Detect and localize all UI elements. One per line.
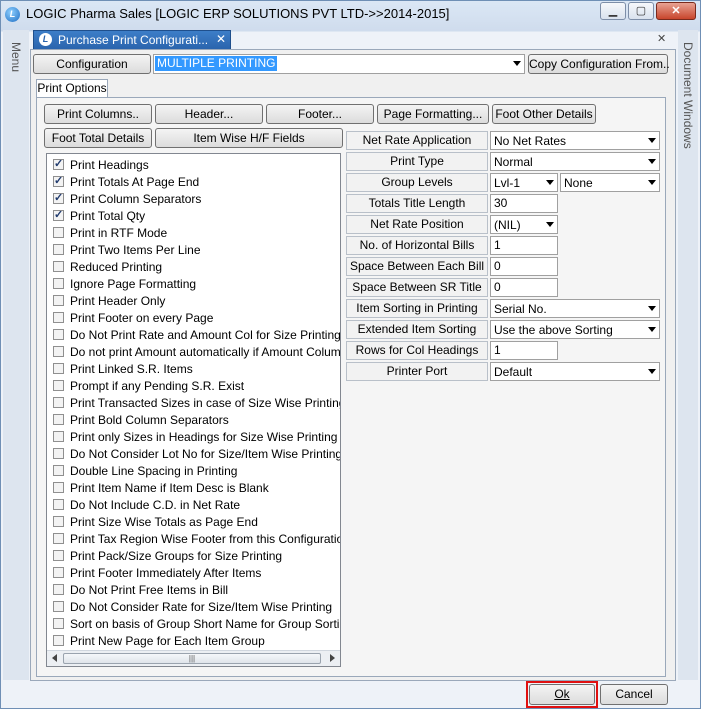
checkbox[interactable] <box>53 261 64 272</box>
checkbox[interactable] <box>53 635 64 646</box>
checkbox[interactable] <box>53 346 64 357</box>
checkbox[interactable] <box>53 601 64 612</box>
checkbox[interactable] <box>53 380 64 391</box>
title-bar: L LOGIC Pharma Sales [LOGIC ERP SOLUTION… <box>0 0 701 28</box>
horizontal-scrollbar[interactable]: ||| <box>47 650 340 666</box>
page-formatting-button[interactable]: Page Formatting... <box>377 104 489 124</box>
checkbox[interactable] <box>53 499 64 510</box>
maximize-button[interactable]: ▢ <box>628 2 654 20</box>
space-between-bill-input[interactable]: 0 <box>490 257 558 276</box>
item-sorting-label: Item Sorting in Printing <box>346 299 488 318</box>
extended-item-sorting-select[interactable]: Use the above Sorting <box>490 320 660 339</box>
checkbox[interactable] <box>53 227 64 238</box>
window-title: LOGIC Pharma Sales [LOGIC ERP SOLUTIONS … <box>26 6 450 21</box>
net-rate-position-label: Net Rate Position <box>346 215 488 234</box>
chevron-down-icon <box>513 61 521 66</box>
checkbox[interactable] <box>53 244 64 255</box>
tab-close-icon[interactable]: ✕ <box>216 32 226 46</box>
configuration-label: Configuration <box>33 54 151 74</box>
printer-port-select[interactable]: Default <box>490 362 660 381</box>
checkbox[interactable] <box>53 618 64 629</box>
configuration-value: MULTIPLE PRINTING <box>155 56 278 71</box>
horizontal-bills-label: No. of Horizontal Bills <box>346 236 488 255</box>
checkbox[interactable] <box>53 550 64 561</box>
minimize-button[interactable]: ▁ <box>600 2 626 20</box>
scroll-right-icon[interactable] <box>330 654 335 662</box>
configuration-select[interactable]: MULTIPLE PRINTING <box>153 54 525 74</box>
chevron-down-icon <box>648 306 656 311</box>
space-between-bill-label: Space Between Each Bill <box>346 257 488 276</box>
print-type-label: Print Type <box>346 152 488 171</box>
checkbox[interactable] <box>53 329 64 340</box>
checkbox[interactable] <box>53 363 64 374</box>
checkbox[interactable] <box>53 278 64 289</box>
totals-title-length-label: Totals Title Length <box>346 194 488 213</box>
checkbox[interactable] <box>53 208 64 221</box>
copy-configuration-button[interactable]: Copy Configuration From.. <box>528 54 670 74</box>
chevron-down-icon <box>546 180 554 185</box>
rows-col-headings-label: Rows for Col Headings <box>346 341 488 360</box>
cancel-button[interactable]: Cancel <box>600 684 668 705</box>
print-options-list[interactable]: Print Headings Print Totals At Page End … <box>46 153 341 667</box>
checkbox[interactable] <box>53 584 64 595</box>
footer-button[interactable]: Footer... <box>266 104 374 124</box>
rows-col-headings-input[interactable]: 1 <box>490 341 558 360</box>
checkbox[interactable] <box>53 191 64 204</box>
chevron-down-icon <box>648 138 656 143</box>
checkbox[interactable] <box>53 174 64 187</box>
net-rate-application-label: Net Rate Application <box>346 131 488 150</box>
chevron-down-icon <box>648 159 656 164</box>
extended-item-sorting-label: Extended Item Sorting <box>346 320 488 339</box>
checkbox[interactable] <box>53 414 64 425</box>
checkbox[interactable] <box>53 312 64 323</box>
scroll-left-icon[interactable] <box>52 654 57 662</box>
foot-other-details-button[interactable]: Foot Other Details <box>492 104 596 124</box>
close-button[interactable]: ✕ <box>656 2 696 20</box>
horizontal-bills-input[interactable]: 1 <box>490 236 558 255</box>
checkbox[interactable] <box>53 157 64 170</box>
menu-label[interactable]: Menu <box>9 42 23 72</box>
app-logo-icon: L <box>5 7 20 22</box>
item-wise-hf-fields-button[interactable]: Item Wise H/F Fields <box>155 128 343 148</box>
group-levels-select[interactable]: Lvl-1 <box>490 173 558 192</box>
checkbox[interactable] <box>53 431 64 442</box>
scrollbar-thumb[interactable]: ||| <box>63 653 321 664</box>
checkbox[interactable] <box>53 465 64 476</box>
document-windows-label[interactable]: Document Windows <box>681 42 695 149</box>
header-button[interactable]: Header... <box>155 104 263 124</box>
checkbox[interactable] <box>53 397 64 408</box>
ok-button[interactable]: Ok <box>529 684 595 705</box>
tab-print-options[interactable]: Print Options <box>36 79 108 98</box>
space-between-sr-input[interactable]: 0 <box>490 278 558 297</box>
group-levels-label: Group Levels <box>346 173 488 192</box>
net-rate-application-select[interactable]: No Net Rates <box>490 131 660 150</box>
checkbox[interactable] <box>53 295 64 306</box>
app-logo-icon: L <box>39 33 52 46</box>
menu-sidebar[interactable]: Menu <box>3 30 29 680</box>
foot-total-details-button[interactable]: Foot Total Details <box>44 128 152 148</box>
checkbox[interactable] <box>53 533 64 544</box>
tab-label: Purchase Print Configurati... <box>58 33 209 47</box>
checkbox[interactable] <box>53 448 64 459</box>
space-between-sr-label: Space Between SR Title <box>346 278 488 297</box>
printer-port-label: Printer Port <box>346 362 488 381</box>
chevron-down-icon <box>648 180 656 185</box>
totals-title-length-input[interactable]: 30 <box>490 194 558 213</box>
document-windows-sidebar[interactable]: Document Windows <box>678 30 698 680</box>
checkbox[interactable] <box>53 567 64 578</box>
print-columns-button[interactable]: Print Columns.. <box>44 104 152 124</box>
print-type-select[interactable]: Normal <box>490 152 660 171</box>
item-sorting-select[interactable]: Serial No. <box>490 299 660 318</box>
net-rate-position-select[interactable]: (NIL) <box>490 215 558 234</box>
tab-purchase-print-configuration[interactable]: L Purchase Print Configurati... ✕ <box>33 30 231 49</box>
chevron-down-icon <box>546 222 554 227</box>
group-levels-secondary-select[interactable]: None <box>560 173 660 192</box>
checkbox[interactable] <box>53 482 64 493</box>
checkbox[interactable] <box>53 516 64 527</box>
chevron-down-icon <box>648 369 656 374</box>
chevron-down-icon <box>648 327 656 332</box>
pane-close-icon[interactable]: ✕ <box>657 32 666 45</box>
